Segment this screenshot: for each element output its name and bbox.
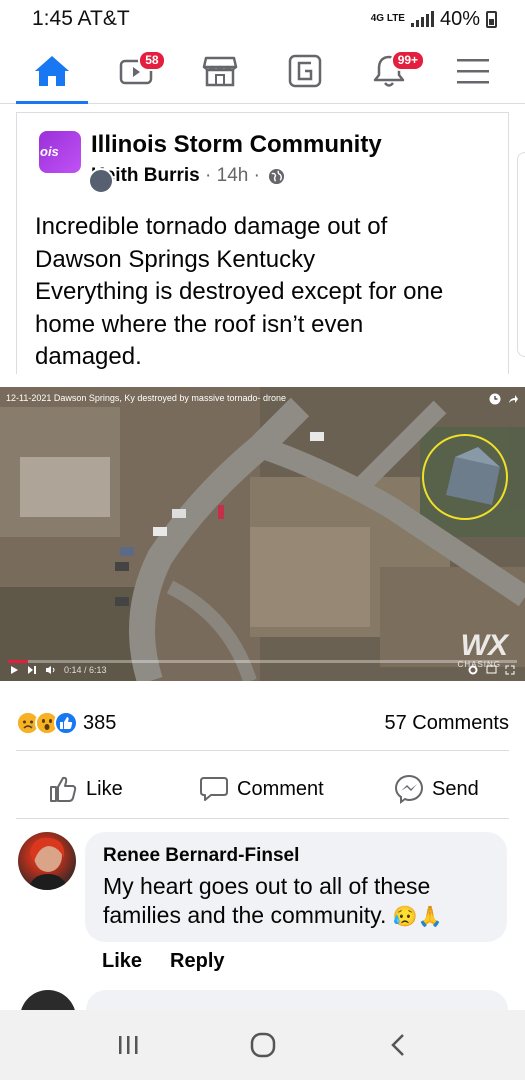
like-label: Like bbox=[86, 777, 123, 800]
send-button[interactable]: Send bbox=[394, 766, 479, 812]
back-button[interactable] bbox=[368, 1015, 428, 1075]
nav-watch[interactable]: 58 bbox=[106, 41, 166, 101]
home-button[interactable] bbox=[233, 1015, 293, 1075]
post-text-line: Everything is destroyed except for one bbox=[35, 278, 444, 305]
home-circle-icon bbox=[250, 1032, 275, 1058]
side-scroll-handle[interactable] bbox=[517, 152, 525, 357]
author-line: Keith Burris · 14h · bbox=[91, 163, 382, 189]
post-text-line: Dawson Springs Kentucky bbox=[35, 245, 316, 273]
notifications-badge: 99+ bbox=[390, 49, 426, 71]
status-bar: 1:45 AT&T 4G LTE 40% bbox=[0, 0, 525, 38]
group-avatar[interactable]: ois bbox=[39, 131, 81, 173]
video-time: 0:14 / 6:13 bbox=[64, 665, 107, 675]
commenter-avatar[interactable] bbox=[18, 832, 76, 890]
nav-marketplace[interactable] bbox=[190, 41, 250, 101]
hamburger-menu-icon bbox=[456, 58, 489, 83]
top-navigation: 58 99+ bbox=[0, 38, 525, 104]
signal-icon bbox=[410, 11, 434, 27]
post-card: ois Illinois Storm Community Keith Burri… bbox=[16, 112, 509, 374]
nav-notifications[interactable]: 99+ bbox=[359, 41, 426, 101]
gaming-icon bbox=[288, 54, 321, 87]
like-button[interactable]: Like bbox=[48, 766, 123, 812]
network-indicator: 4G LTE bbox=[370, 13, 405, 24]
battery-percent: 40% bbox=[439, 7, 480, 30]
post-text: Incredible tornado damage out of Dawson … bbox=[35, 211, 495, 374]
status-time: 1:45 AT&T bbox=[32, 7, 130, 30]
settings-icon[interactable] bbox=[468, 665, 478, 675]
back-icon bbox=[390, 1034, 404, 1056]
comment-reply-button[interactable]: Reply bbox=[170, 950, 224, 973]
video-title: 12-11-2021 Dawson Springs, Ky destroyed … bbox=[6, 393, 286, 403]
play-icon[interactable] bbox=[10, 665, 19, 675]
reactions-row: 385 57 Comments bbox=[16, 706, 509, 740]
nav-gaming[interactable] bbox=[275, 41, 335, 101]
nav-menu[interactable] bbox=[443, 41, 503, 101]
watch-badge: 58 bbox=[138, 49, 166, 71]
volume-icon[interactable] bbox=[45, 665, 56, 675]
group-avatar-text: ois bbox=[40, 144, 59, 159]
author-avatar[interactable] bbox=[88, 168, 114, 194]
post-text-line: Incredible tornado damage out of bbox=[35, 213, 388, 240]
clock-icon[interactable] bbox=[489, 393, 501, 405]
comment-emojis: 😥🙏 bbox=[392, 906, 443, 928]
recent-apps-icon bbox=[118, 1036, 137, 1054]
messenger-icon bbox=[394, 774, 424, 804]
post-text-line: home where the roof isn’t even bbox=[35, 310, 364, 338]
comment-text-line: families and the community. 😥🙏 bbox=[103, 902, 443, 928]
next-icon[interactable] bbox=[27, 665, 37, 675]
send-label: Send bbox=[432, 777, 479, 800]
comment-button[interactable]: Comment bbox=[199, 766, 324, 812]
home-icon bbox=[35, 55, 70, 86]
comment-actions: Like Reply bbox=[102, 950, 225, 973]
divider bbox=[16, 818, 509, 819]
nav-home[interactable] bbox=[16, 41, 89, 104]
globe-icon bbox=[269, 168, 285, 184]
wx-watermark: WX bbox=[460, 629, 508, 662]
comments-count[interactable]: 57 Comments bbox=[385, 712, 510, 735]
battery-icon bbox=[486, 10, 497, 28]
post-text-line: damaged. bbox=[35, 343, 142, 370]
comment-like-button[interactable]: Like bbox=[102, 950, 142, 973]
video-controls: 0:14 / 6:13 bbox=[0, 659, 525, 681]
commenter-name[interactable]: Renee Bernard-Finsel bbox=[103, 844, 489, 868]
marketplace-icon bbox=[203, 56, 238, 86]
cast-icon[interactable] bbox=[486, 665, 497, 675]
system-navigation bbox=[0, 1010, 525, 1080]
recent-apps-button[interactable] bbox=[98, 1015, 158, 1075]
reactions-summary[interactable]: 385 bbox=[16, 711, 116, 735]
comment-label: Comment bbox=[237, 777, 324, 800]
post-header: ois Illinois Storm Community Keith Burri… bbox=[39, 131, 382, 194]
comment-text-line: My heart goes out to all of these bbox=[103, 873, 431, 899]
comment-icon bbox=[200, 777, 228, 801]
video-player[interactable]: 12-11-2021 Dawson Springs, Ky destroyed … bbox=[0, 387, 525, 681]
share-icon[interactable] bbox=[507, 393, 519, 405]
divider bbox=[16, 750, 509, 751]
post-actions: Like Comment Send bbox=[0, 766, 525, 812]
like-reaction-icon bbox=[54, 711, 78, 735]
status-icons: 4G LTE 40% bbox=[371, 8, 497, 31]
group-name[interactable]: Illinois Storm Community bbox=[91, 131, 382, 159]
comment-bubble[interactable]: Renee Bernard-Finsel My heart goes out t… bbox=[85, 832, 507, 942]
reaction-count: 385 bbox=[83, 711, 117, 734]
fullscreen-icon[interactable] bbox=[505, 665, 515, 675]
video-frame bbox=[0, 387, 525, 681]
post-meta: Illinois Storm Community Keith Burris · … bbox=[91, 131, 382, 189]
comment-text: My heart goes out to all of these famili… bbox=[103, 872, 489, 932]
post-time[interactable]: · 14h · bbox=[200, 163, 265, 189]
thumbs-up-icon bbox=[50, 776, 77, 802]
